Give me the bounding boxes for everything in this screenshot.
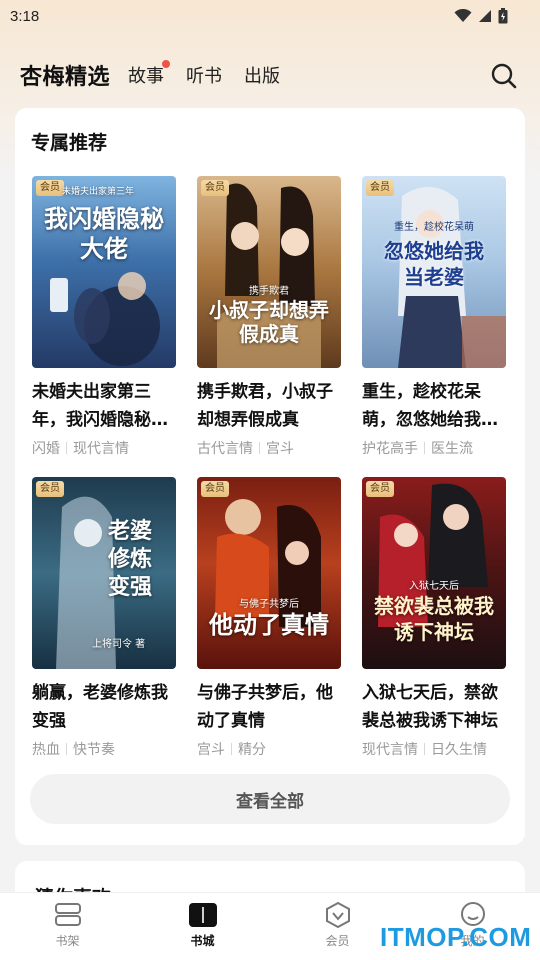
nav-bookshelf-label: 书架	[55, 934, 80, 948]
nav-bookstore[interactable]: 书城	[135, 893, 270, 960]
cover-caption: 入狱七天后	[409, 581, 459, 592]
book-item[interactable]: 会员 入狱七天后 禁欲裴总被我诱下神坛 入狱七天后，禁欲裴总被我诱下神坛 现代言…	[362, 477, 506, 759]
tab-publishing[interactable]: 出版	[244, 62, 280, 88]
book-tags: 热血 快节奏	[32, 739, 176, 759]
book-cover[interactable]: 会员 老婆修炼变强 上将司令 著	[32, 477, 176, 669]
book-item[interactable]: 会员 与佛子共梦后 他动了真情 与佛子共梦后，他动了真情 宫斗 精分	[197, 477, 341, 759]
book-cover[interactable]: 会员 与佛子共梦后 他动了真情	[197, 477, 341, 669]
watermark: ITMOP.COM	[380, 922, 532, 952]
tag: 精分	[238, 742, 266, 758]
cover-title: 老婆修炼变强	[108, 518, 153, 600]
notification-dot	[162, 60, 171, 68]
book-title[interactable]: 未婚夫出家第三年，我闪婚隐秘大佬	[32, 378, 176, 434]
nav-bookstore-label: 书城	[190, 934, 215, 948]
tag: 快节奏	[73, 742, 115, 758]
tag: 闪婚	[32, 441, 60, 457]
tag: 现代言情	[362, 742, 418, 758]
bookshelf-icon	[54, 903, 81, 926]
book-item[interactable]: 会员 未婚夫出家第三年 我闪婚隐秘大佬 未婚夫出家第三年，我闪婚隐秘大佬 闪婚现…	[32, 176, 176, 458]
cover-title: 小叔子却想弄假成真	[209, 298, 329, 346]
book-tags: 闪婚 现代言情	[32, 438, 176, 458]
cover-title: 忽悠她给我当老婆	[384, 239, 484, 289]
nav-vip-label: 会员	[325, 934, 350, 948]
status-bar: 3:18	[0, 0, 540, 32]
cover-caption: 与佛子共梦后	[239, 599, 299, 610]
book-tags: 现代言情 日久生情	[362, 739, 506, 759]
book-cover[interactable]: 会员 未婚夫出家第三年 我闪婚隐秘大佬	[32, 176, 176, 368]
tag: 医生流	[431, 441, 473, 457]
cover-caption: 未婚夫出家第三年	[62, 187, 135, 197]
tag: 护花高手	[362, 441, 418, 457]
vip-icon	[325, 901, 350, 929]
signal-icon	[479, 10, 491, 22]
vip-badge: 会员	[36, 180, 64, 196]
tab-stories-label: 故事	[128, 66, 165, 87]
book-cover[interactable]: 会员 入狱七天后 禁欲裴总被我诱下神坛	[362, 477, 506, 669]
vip-badge: 会员	[201, 180, 229, 196]
tag: 现代言情	[73, 441, 129, 457]
cover-title: 他动了真情	[209, 610, 329, 639]
tag: 宫斗	[266, 441, 294, 457]
vip-badge: 会员	[366, 180, 394, 196]
tag: 古代言情	[197, 441, 253, 457]
book-title[interactable]: 重生，趁校花呆萌，忽悠她给我当老婆	[362, 378, 506, 434]
book-cover[interactable]: 会员 携手欺君 小叔子却想弄假成真	[197, 176, 341, 368]
tab-audiobooks[interactable]: 听书	[186, 62, 222, 88]
book-title[interactable]: 与佛子共梦后，他动了真情	[197, 679, 341, 735]
status-icons	[454, 8, 508, 24]
vip-badge: 会员	[366, 481, 394, 497]
cover-art	[215, 499, 321, 627]
book-item[interactable]: 会员 携手欺君 小叔子却想弄假成真 携手欺君，小叔子却想弄假成真 古代言情 宫斗	[197, 176, 341, 458]
cover-caption: 携手欺君	[249, 286, 289, 297]
book-cover[interactable]: 会员 重生，趁校花呆萌 忽悠她给我当老婆	[362, 176, 506, 368]
vip-badge: 会员	[36, 481, 64, 497]
brand-title[interactable]: 杏梅精选	[20, 59, 110, 91]
status-time: 3:18	[10, 7, 40, 25]
book-tags: 护花高手 医生流	[362, 438, 506, 458]
book-item[interactable]: 会员 重生，趁校花呆萌 忽悠她给我当老婆 重生，趁校花呆萌，忽悠她给我当老婆 护…	[362, 176, 506, 458]
book-tags: 古代言情 宫斗	[197, 438, 341, 458]
battery-icon	[498, 8, 508, 24]
book-title[interactable]: 携手欺君，小叔子却想弄假成真	[197, 378, 341, 434]
book-tags: 宫斗 精分	[197, 739, 341, 759]
view-all-button[interactable]: 查看全部	[30, 774, 510, 824]
nav-bookshelf[interactable]: 书架	[0, 893, 135, 960]
section-title: 专属推荐	[31, 132, 108, 154]
recommend-card: 专属推荐 会员 未婚夫出家第三年 我闪婚隐秘大佬 未婚夫出家第三年，我闪婚隐秘大…	[15, 108, 525, 845]
tab-stories[interactable]: 故事	[128, 60, 171, 88]
cover-title: 禁欲裴总被我诱下神坛	[374, 594, 494, 644]
cover-caption: 重生，趁校花呆萌	[394, 222, 474, 233]
book-title[interactable]: 躺赢，老婆修炼我变强	[32, 679, 176, 735]
tag: 日久生情	[431, 742, 487, 758]
bookstore-icon	[188, 903, 217, 927]
wifi-icon	[454, 9, 472, 22]
cover-caption: 上将司令 著	[92, 639, 146, 650]
tag: 宫斗	[197, 742, 225, 758]
book-item[interactable]: 会员 老婆修炼变强 上将司令 著 躺赢，老婆修炼我变强 热血 快节奏	[32, 477, 176, 759]
cover-title: 我闪婚隐秘大佬	[44, 204, 164, 263]
search-icon[interactable]	[490, 62, 518, 90]
vip-badge: 会员	[201, 481, 229, 497]
tag: 热血	[32, 742, 60, 758]
book-title[interactable]: 入狱七天后，禁欲裴总被我诱下神坛	[362, 679, 506, 735]
top-nav: 杏梅精选 故事 听书 出版	[0, 52, 540, 98]
